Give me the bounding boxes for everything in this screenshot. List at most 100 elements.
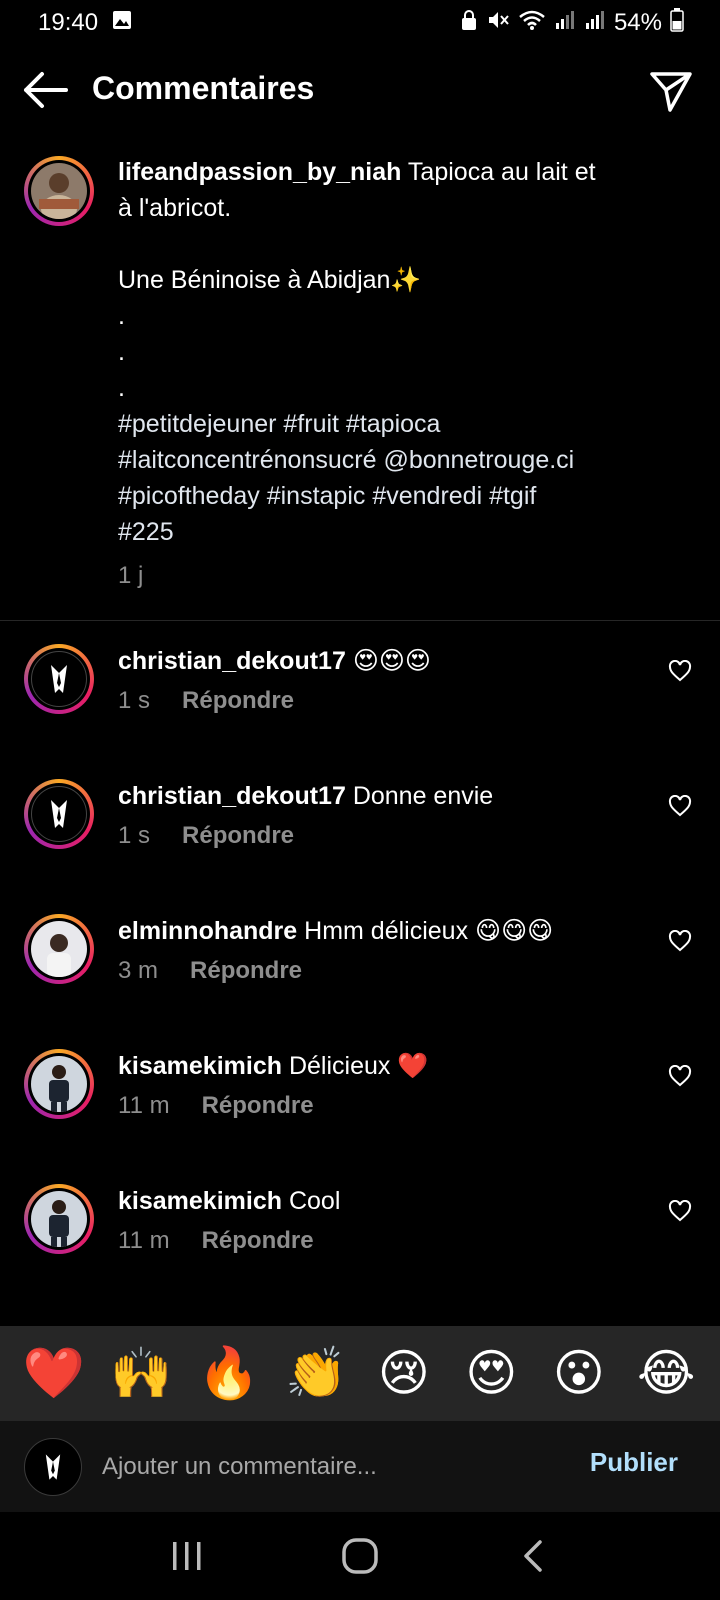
reply-button[interactable]: Répondre — [190, 954, 302, 988]
avatar-border — [28, 648, 90, 710]
heart-icon — [668, 659, 692, 682]
avatar[interactable] — [24, 779, 94, 849]
publish-button[interactable]: Publier — [590, 1447, 678, 1478]
caption-line-5: . — [118, 338, 125, 366]
battery-percent: 54% — [613, 9, 662, 36]
comment-item: christian_dekout17 😍😍😍 1 s Répondre — [0, 644, 720, 754]
avatar-photo — [31, 1191, 87, 1247]
avatar-photo — [31, 1056, 87, 1112]
status-bar: 19:40 54% — [0, 0, 720, 46]
chevron-left-icon — [524, 1540, 543, 1572]
comment-time: 11 m — [118, 1092, 170, 1119]
caption-line-0: Tapioca au lait et — [407, 158, 596, 186]
avatar[interactable] — [24, 156, 94, 226]
paper-plane-icon — [650, 72, 692, 112]
comment-text: Donne envie — [352, 782, 494, 810]
caption-line-2 — [118, 226, 638, 262]
hashtag-line[interactable]: #225 — [118, 514, 638, 550]
hashtag-line[interactable]: #laitconcentrénonsucré @bonnetrouge.ci — [118, 442, 638, 478]
emoji-surprised-button[interactable]: 😮 — [546, 1348, 612, 1398]
like-button[interactable] — [668, 1199, 692, 1222]
signal-icon-1 — [554, 9, 576, 38]
emoji-heart-button[interactable]: ❤️ — [21, 1348, 87, 1398]
back-button[interactable] — [22, 70, 70, 110]
emoji-fire-button[interactable]: 🔥 — [196, 1348, 262, 1398]
reply-button[interactable]: Répondre — [202, 1224, 314, 1258]
comment-username[interactable]: christian_dekout17 — [118, 647, 346, 675]
comment-body: kisamekimich Cool 11 m Répondre — [118, 1184, 658, 1258]
suit-logo-avatar — [31, 651, 87, 707]
home-icon — [342, 1538, 378, 1574]
comment-time: 1 s — [118, 822, 151, 849]
emoji-heart-eyes-button[interactable]: 😍 — [458, 1348, 524, 1398]
heart-icon — [668, 1064, 692, 1087]
status-time: 19:40 — [38, 9, 99, 36]
current-user-avatar — [24, 1438, 82, 1496]
recents-icon — [172, 1542, 201, 1570]
comment-body: kisamekimich Délicieux ❤️ 11 m Répondre — [118, 1049, 658, 1123]
comment-text: Délicieux ❤️ — [288, 1052, 429, 1080]
comment-item: kisamekimich Cool 11 m Répondre — [0, 1184, 720, 1294]
avatar[interactable] — [24, 1184, 94, 1254]
comment-username[interactable]: kisamekimich — [118, 1187, 282, 1215]
heart-icon — [668, 929, 692, 952]
caption-text: lifeandpassion_by_niah Tapioca au lait e… — [118, 154, 638, 594]
mute-icon — [486, 9, 510, 38]
like-button[interactable] — [668, 794, 692, 817]
status-left: 19:40 — [38, 9, 132, 37]
comment-time: 1 s — [118, 687, 151, 714]
comment-meta: 1 s Répondre — [118, 684, 658, 718]
system-back-button[interactable] — [503, 1531, 563, 1581]
wifi-icon — [518, 9, 546, 38]
comment-body: christian_dekout17 😍😍😍 1 s Répondre — [118, 644, 658, 718]
lock-icon — [460, 9, 478, 38]
comment-input[interactable] — [102, 1447, 552, 1487]
avatar-photo — [31, 163, 87, 219]
emoji-laugh-cry-button[interactable]: 😂 — [633, 1348, 699, 1398]
comment-text: 😍😍😍 — [352, 647, 431, 675]
status-right: 54% — [460, 7, 684, 39]
caption-username[interactable]: lifeandpassion_by_niah — [118, 158, 401, 186]
caption-line-6: . — [118, 374, 125, 402]
suit-logo-avatar — [31, 786, 87, 842]
avatar[interactable] — [24, 1049, 94, 1119]
hashtag-line[interactable]: #petitdejeuner #fruit #tapioca — [118, 406, 638, 442]
like-button[interactable] — [668, 1064, 692, 1087]
reply-button[interactable]: Répondre — [182, 684, 294, 718]
comment-text: Hmm délicieux 😋😋😋 — [304, 917, 554, 945]
comment-composer: Publier — [0, 1420, 720, 1512]
emoji-raised-hands-button[interactable]: 🙌 — [108, 1348, 174, 1398]
avatar[interactable] — [24, 914, 94, 984]
page-title: Commentaires — [92, 70, 315, 106]
recent-apps-button[interactable] — [157, 1531, 217, 1581]
comment-time: 3 m — [118, 957, 159, 984]
comment-meta: 11 m Répondre — [118, 1089, 658, 1123]
caption-line-3: Une Béninoise à Abidjan✨ — [118, 266, 422, 294]
battery-icon — [670, 7, 684, 39]
arrow-left-icon — [24, 72, 68, 108]
signal-icon-2 — [584, 9, 606, 38]
emoji-cry-button[interactable]: 😢 — [371, 1348, 437, 1398]
comment-username[interactable]: christian_dekout17 — [118, 782, 346, 810]
avatar-photo — [31, 921, 87, 977]
comment-text: Cool — [288, 1187, 341, 1215]
avatar-border — [28, 783, 90, 845]
emoji-clap-button[interactable]: 👏 — [283, 1348, 349, 1398]
reply-button[interactable]: Répondre — [202, 1089, 314, 1123]
gallery-notification-icon — [112, 9, 132, 37]
home-button[interactable] — [330, 1531, 390, 1581]
heart-icon — [668, 794, 692, 817]
comment-username[interactable]: elminnohandre — [118, 917, 297, 945]
like-button[interactable] — [668, 659, 692, 682]
reply-button[interactable]: Répondre — [182, 819, 294, 853]
avatar-border — [28, 918, 90, 980]
comment-username[interactable]: kisamekimich — [118, 1052, 282, 1080]
comment-time: 11 m — [118, 1227, 170, 1254]
caption-line-4: . — [118, 302, 125, 330]
emoji-reaction-bar: ❤️ 🙌 🔥 👏 😢 😍 😮 😂 — [0, 1326, 720, 1420]
avatar[interactable] — [24, 644, 94, 714]
system-nav-bar — [0, 1512, 720, 1600]
share-button[interactable] — [648, 68, 694, 114]
hashtag-line[interactable]: #picoftheday #instapic #vendredi #tgif — [118, 478, 638, 514]
like-button[interactable] — [668, 929, 692, 952]
